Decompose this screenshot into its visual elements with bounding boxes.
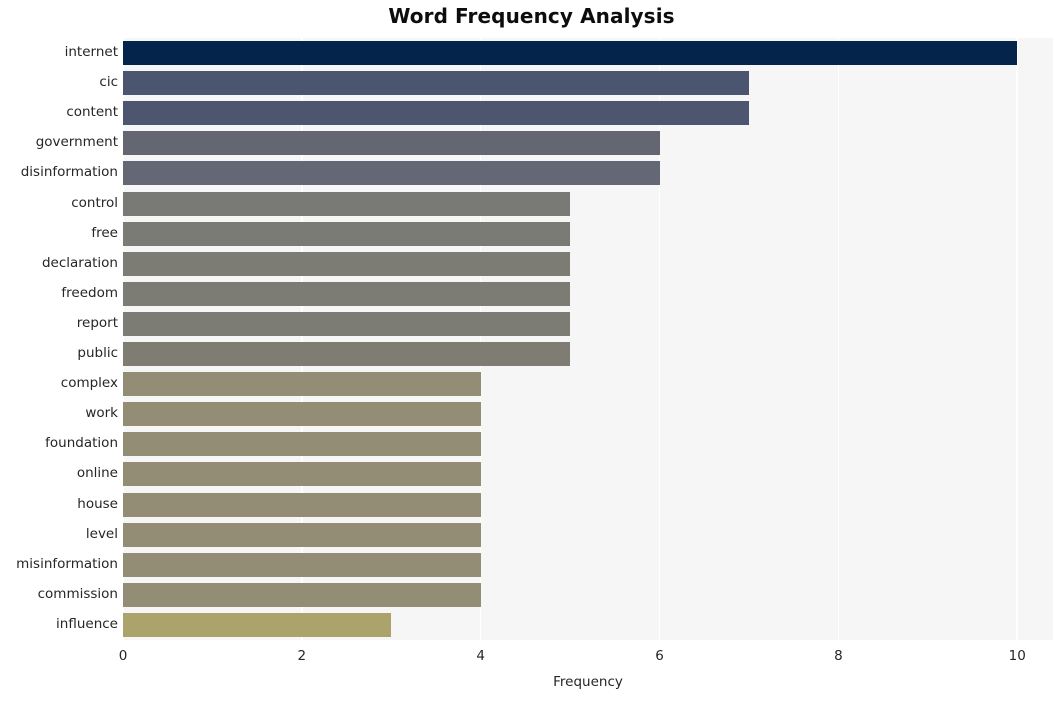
bar-content[interactable] xyxy=(123,101,749,126)
y-tick-label-complex: complex xyxy=(60,375,118,392)
bar-work[interactable] xyxy=(123,402,481,427)
y-tick-label-free: free xyxy=(91,224,118,241)
y-tick-label-misinformation: misinformation xyxy=(16,555,118,572)
y-tick-label-declaration: declaration xyxy=(41,254,118,271)
y-axis-tick-labels: internet cic content government disinformati… xyxy=(0,38,118,640)
y-tick-label-freedom: freedom xyxy=(61,284,118,301)
x-tick-label-8: 8 xyxy=(834,648,843,664)
bar-house[interactable] xyxy=(123,492,481,517)
y-tick-label-influence: influence xyxy=(56,615,118,632)
word-frequency-bar-chart: Word Frequency Analysis internet cic conte… xyxy=(0,0,1063,701)
y-tick-label-level: level xyxy=(85,525,118,542)
bar-freedom[interactable] xyxy=(123,281,571,306)
bar-free[interactable] xyxy=(123,221,571,246)
chart-title: Word Frequency Analysis xyxy=(388,4,675,28)
y-tick-label-government: government xyxy=(35,134,118,151)
y-tick-label-work: work xyxy=(85,405,118,422)
bar-complex[interactable] xyxy=(123,372,481,397)
bar-government[interactable] xyxy=(123,131,660,156)
bar-internet[interactable] xyxy=(123,41,1018,66)
x-axis-tick-labels: 0 2 4 6 8 10 xyxy=(0,648,1063,670)
y-tick-label-public: public xyxy=(77,345,118,362)
y-tick-label-content: content xyxy=(66,104,118,121)
bar-disinformation[interactable] xyxy=(123,161,660,186)
y-tick-label-house: house xyxy=(77,495,118,512)
x-tick-label-2: 2 xyxy=(297,648,307,664)
y-tick-label-report: report xyxy=(76,314,118,331)
bar-series xyxy=(123,38,1053,640)
x-axis-label: Frequency xyxy=(553,674,623,690)
y-tick-label-commission: commission xyxy=(37,585,118,602)
y-tick-label-control: control xyxy=(71,194,118,211)
bar-misinformation[interactable] xyxy=(123,552,481,577)
bar-foundation[interactable] xyxy=(123,432,481,457)
y-tick-label-cic: cic xyxy=(99,74,118,91)
x-tick-label-6: 6 xyxy=(655,648,664,664)
y-tick-label-online: online xyxy=(76,465,118,482)
bar-report[interactable] xyxy=(123,311,571,336)
y-tick-label-internet: internet xyxy=(64,44,118,61)
x-tick-label-4: 4 xyxy=(476,648,485,664)
y-tick-label-foundation: foundation xyxy=(45,435,118,452)
bar-influence[interactable] xyxy=(123,612,392,637)
bar-declaration[interactable] xyxy=(123,251,571,276)
x-tick-label-0: 0 xyxy=(118,648,128,664)
plot-area xyxy=(123,38,1053,640)
bar-public[interactable] xyxy=(123,342,571,367)
bar-commission[interactable] xyxy=(123,582,481,607)
bar-control[interactable] xyxy=(123,191,571,216)
y-tick-label-disinformation: disinformation xyxy=(20,164,118,181)
x-tick-label-10: 10 xyxy=(1008,648,1026,664)
bar-online[interactable] xyxy=(123,462,481,487)
bar-level[interactable] xyxy=(123,522,481,547)
bar-cic[interactable] xyxy=(123,71,749,96)
